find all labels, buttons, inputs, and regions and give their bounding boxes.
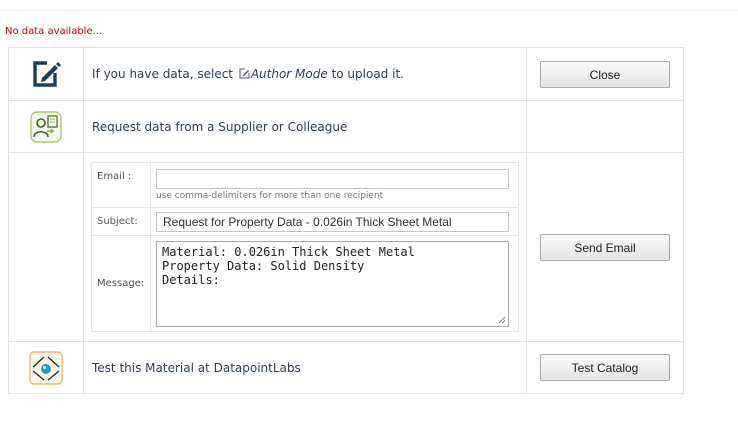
request-icon-cell — [8, 100, 84, 153]
message-line: Material: 0.026in Thick Sheet Metal — [162, 244, 415, 259]
author-icon-cell — [8, 47, 84, 101]
test-row: Test this Material at DatapointLabs Test… — [8, 341, 684, 394]
author-row: If you have data, select Author Mode to … — [8, 47, 684, 101]
request-data-users-icon — [30, 110, 62, 143]
test-catalog-button[interactable]: Test Catalog — [540, 354, 670, 381]
email-empty-cell — [8, 152, 84, 342]
email-form-row: Email : use comma-delimiters for more th… — [8, 152, 684, 342]
message-line: Property Data: Solid Density — [162, 258, 365, 273]
author-text-start: If you have data, select — [92, 67, 237, 81]
message-field-cell: Material: 0.026in Thick Sheet Metal Prop… — [150, 235, 519, 332]
author-text-end: to upload it. — [327, 67, 404, 81]
close-button-cell: Close — [526, 47, 684, 101]
message-textarea[interactable]: Material: 0.026in Thick Sheet Metal Prop… — [156, 240, 509, 327]
email-input[interactable] — [156, 169, 509, 189]
test-icon-cell — [8, 341, 84, 394]
resize-grip-icon[interactable] — [498, 316, 506, 324]
close-button[interactable]: Close — [540, 60, 670, 88]
message-line: Details: — [162, 272, 220, 287]
send-button-cell: Send Email — [526, 152, 684, 342]
test-material-text: Test this Material at DatapointLabs — [83, 341, 527, 394]
subject-input[interactable]: Request for Property Data - 0.026in Thic… — [156, 211, 509, 232]
request-empty-cell — [526, 100, 684, 153]
send-email-button[interactable]: Send Email — [540, 233, 670, 261]
test-button-cell: Test Catalog — [526, 341, 684, 394]
subject-label: Subject: — [91, 207, 151, 236]
message-label: Message: — [91, 235, 151, 332]
subject-field-cell: Request for Property Data - 0.026in Thic… — [150, 207, 519, 236]
top-divider — [0, 10, 738, 11]
email-hint: use comma-delimiters for more than one r… — [156, 191, 384, 201]
email-form: Email : use comma-delimiters for more th… — [91, 162, 519, 332]
email-form-cell: Email : use comma-delimiters for more th… — [83, 152, 527, 342]
options-table: If you have data, select Author Mode to … — [8, 47, 684, 394]
author-mode-icon — [239, 68, 250, 79]
no-data-message: No data available... — [5, 26, 103, 37]
author-mode-link[interactable]: Author Mode — [251, 67, 328, 81]
request-row: Request data from a Supplier or Colleagu… — [8, 100, 684, 153]
author-mode-text: If you have data, select Author Mode to … — [83, 47, 527, 101]
edit-pencil-icon — [33, 61, 61, 87]
email-label: Email : — [91, 162, 151, 208]
request-data-text: Request data from a Supplier or Colleagu… — [83, 100, 527, 153]
email-field-cell: use comma-delimiters for more than one r… — [150, 162, 519, 208]
datapoint-labs-logo-icon — [29, 350, 63, 385]
